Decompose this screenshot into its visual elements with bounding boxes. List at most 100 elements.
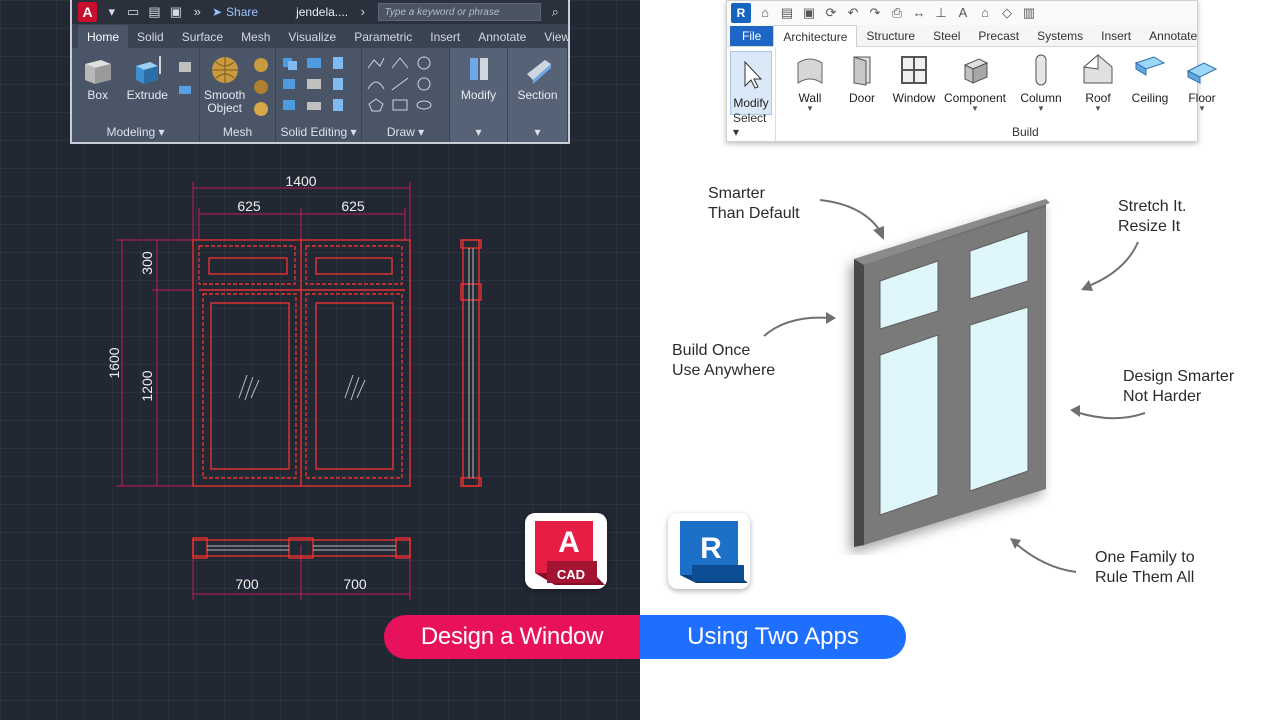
line-icon[interactable]	[390, 75, 410, 93]
separate-icon[interactable]	[328, 96, 348, 114]
extrude-faces-icon[interactable]	[328, 75, 348, 93]
search-input[interactable]: Type a keyword or phrase	[377, 3, 541, 21]
solid-editing-panel: Solid Editing ▾	[276, 48, 362, 142]
tab-insert[interactable]: Insert	[421, 25, 469, 48]
mesh-panel-title: Mesh	[222, 125, 253, 139]
callout-arrows	[763, 199, 1146, 573]
interfere-icon[interactable]	[304, 75, 324, 93]
draw-panel-title[interactable]: Draw ▾	[362, 125, 449, 139]
open-folder-icon[interactable]: ▤	[148, 5, 161, 19]
file-name: jendela....	[296, 5, 349, 19]
helix-icon[interactable]	[414, 54, 434, 72]
dim-overall-height: 1600	[106, 347, 122, 378]
autocad-ribbon-tabs: Home Solid Surface Mesh Visualize Parame…	[72, 24, 570, 48]
chevron-right-icon: ›	[360, 4, 365, 19]
revit-logo-mark: R	[680, 521, 748, 583]
autocad-ribbon-panels: Box Extrude Modeling ▾ Smooth Object Mes…	[72, 48, 568, 142]
box-tool[interactable]: Box	[76, 54, 120, 102]
3d-polyline-icon[interactable]	[390, 54, 410, 72]
autocad-logo-mark: A CAD	[535, 521, 605, 585]
dim-bottom-right: 700	[343, 576, 367, 592]
presspull-icon[interactable]	[175, 58, 195, 76]
dim-top-height: 300	[139, 251, 155, 275]
extrude-label: Extrude	[126, 88, 168, 102]
new-file-icon[interactable]: ▭	[126, 5, 139, 19]
banner-right: Using Two Apps	[640, 615, 906, 659]
arrow-smarter	[819, 199, 883, 235]
slice-icon[interactable]	[304, 54, 324, 72]
smooth-object-icon	[211, 57, 238, 83]
autocad-logo-label: CAD	[557, 567, 585, 582]
tab-annotate[interactable]: Annotate	[469, 25, 535, 48]
extrude-icon	[136, 56, 161, 84]
dim-pane-right: 625	[341, 198, 365, 214]
autocad-half: 1400 625 625 300 1200 1600 700 700 A ▾ ▭…	[0, 0, 640, 720]
autocad-logo: A CAD	[525, 513, 607, 589]
section-label: Section	[517, 88, 558, 102]
autocad-app-button[interactable]: A	[78, 2, 98, 22]
smooth-label-2: Object	[207, 101, 243, 115]
autocad-quick-access-toolbar: A ▾ ▭ ▤ ▣ » ➤ Share jendela.... › Type a…	[72, 0, 568, 24]
polyline-icon[interactable]	[366, 54, 386, 72]
autocad-logo-letter: A	[558, 526, 580, 559]
union-icon[interactable]	[280, 54, 300, 72]
section-expand-icon[interactable]: ▾	[508, 125, 567, 139]
ellipse-icon[interactable]	[414, 96, 434, 114]
modify-tool[interactable]: Modify	[454, 54, 503, 102]
thicken-icon[interactable]	[304, 96, 324, 114]
dim-pane-left: 625	[237, 198, 261, 214]
extract-edges-icon[interactable]	[328, 54, 348, 72]
revit-logo: R	[668, 513, 750, 589]
modify-icon	[469, 58, 488, 80]
share-button[interactable]: ➤ Share	[212, 5, 258, 19]
arrow-stretch	[1085, 241, 1139, 288]
save-icon[interactable]: ▣	[169, 5, 182, 19]
revit-half: R ⌂ ▤ ▣ ⟳ ↶ ↷ ⎙ ↔ ⊥ A ⌂ ◇ ▥ File Archite…	[640, 0, 1280, 720]
mesh-sphere-icon[interactable]	[251, 100, 271, 118]
mesh-box-icon[interactable]	[251, 56, 271, 74]
dim-bottom-left: 700	[235, 576, 259, 592]
modeling-panel: Box Extrude Modeling ▾	[72, 48, 200, 142]
autocad-ribbon-window: A ▾ ▭ ▤ ▣ » ➤ Share jendela.... › Type a…	[70, 0, 570, 144]
box-icon	[84, 60, 111, 84]
tab-mesh[interactable]: Mesh	[232, 25, 279, 48]
more-icon[interactable]: »	[191, 5, 204, 19]
section-panel: Section ▾	[508, 48, 568, 142]
tab-parametric[interactable]: Parametric	[345, 25, 421, 48]
banner-left: Design a Window	[384, 615, 640, 659]
mesh-cone-icon[interactable]	[251, 78, 271, 96]
circle-icon[interactable]	[414, 75, 434, 93]
subtract-icon[interactable]	[280, 75, 300, 93]
tab-view[interactable]: View	[535, 25, 579, 48]
share-label: Share	[226, 5, 259, 19]
draw-panel: Draw ▾	[362, 48, 450, 142]
box-label: Box	[87, 88, 109, 102]
share-icon: ➤	[211, 5, 223, 19]
rectangle-icon[interactable]	[390, 96, 410, 114]
polygon-icon[interactable]	[366, 96, 386, 114]
search-icon[interactable]: ⌕	[549, 5, 562, 19]
mesh-panel: Smooth Object Mesh	[200, 48, 276, 142]
revit-logo-letter: R	[700, 532, 722, 565]
modify-label: Modify	[460, 88, 497, 102]
modify-expand-icon[interactable]: ▾	[450, 125, 507, 139]
smooth-object-tool[interactable]: Smooth Object	[204, 54, 245, 115]
polysolid-icon[interactable]	[175, 80, 195, 98]
arrow-build-once	[763, 316, 831, 337]
dim-bottom-height: 1200	[139, 370, 155, 401]
arrow-design-smarter	[1075, 411, 1146, 420]
extrude-tool[interactable]: Extrude	[126, 54, 170, 102]
modeling-panel-title[interactable]: Modeling ▾	[72, 125, 199, 139]
modify-panel: Modify ▾	[450, 48, 508, 142]
section-tool[interactable]: Section	[512, 54, 563, 102]
tab-solid[interactable]: Solid	[128, 25, 173, 48]
dropdown-icon[interactable]: ▾	[105, 5, 118, 19]
tab-surface[interactable]: Surface	[173, 25, 232, 48]
solid-editing-panel-title[interactable]: Solid Editing ▾	[276, 125, 361, 139]
section-plane-icon	[526, 60, 551, 84]
tab-visualize[interactable]: Visualize	[279, 25, 345, 48]
arrow-one-family	[1014, 542, 1077, 573]
tab-home[interactable]: Home	[78, 24, 129, 48]
spline-icon[interactable]	[366, 75, 386, 93]
intersect-icon[interactable]	[280, 96, 300, 114]
